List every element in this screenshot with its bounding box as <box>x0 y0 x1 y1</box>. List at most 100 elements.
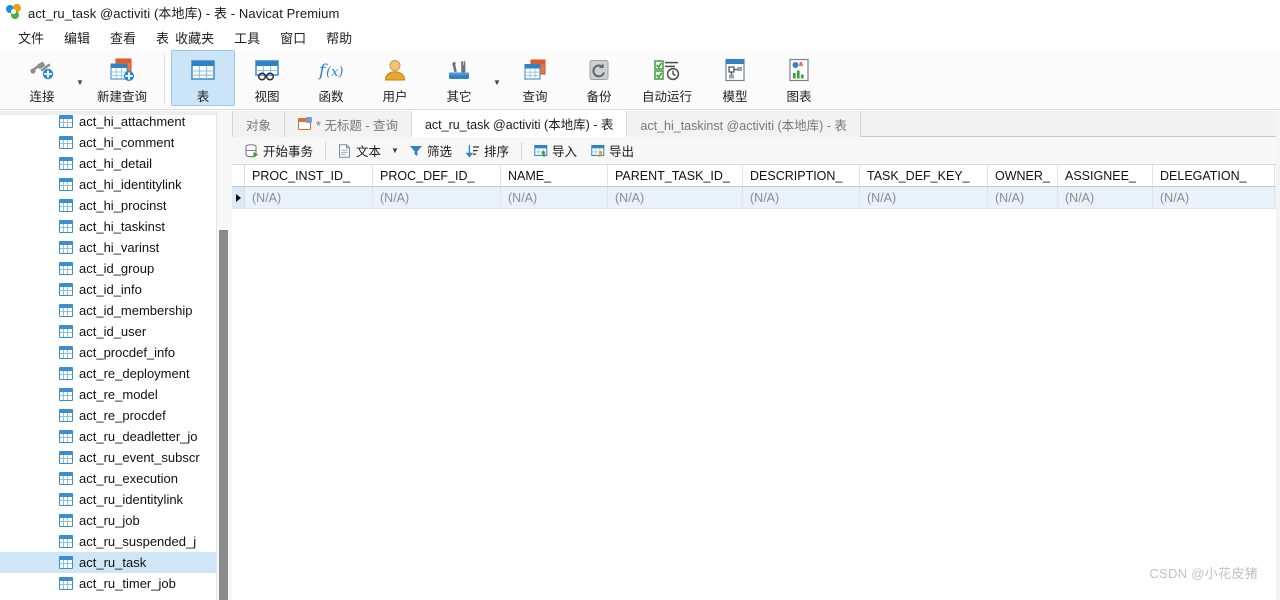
other-tools-icon <box>444 56 474 84</box>
table-list-item[interactable]: act_ru_timer_job <box>0 573 216 594</box>
table-list-item[interactable]: act_id_user <box>0 321 216 342</box>
grid-cell[interactable]: (N/A) <box>988 187 1058 208</box>
table-list-item[interactable]: act_hi_taskinst <box>0 216 216 237</box>
import-icon <box>534 144 548 158</box>
table-list-item[interactable]: act_id_membership <box>0 300 216 321</box>
grid-column-header[interactable]: NAME_ <box>501 165 608 186</box>
table-list-item-label: act_hi_varinst <box>79 240 160 255</box>
sidebar-scrollbar[interactable] <box>216 111 232 600</box>
table-list-item[interactable]: act_ru_job <box>0 510 216 531</box>
table-glyph-icon <box>59 535 73 548</box>
toolbar-automation-button[interactable]: 自动运行 <box>631 50 703 106</box>
table-glyph-icon <box>59 346 73 359</box>
table-list-item[interactable]: act_ru_execution <box>0 468 216 489</box>
grid-cell[interactable]: (N/A) <box>373 187 501 208</box>
table-list-item[interactable]: act_id_group <box>0 258 216 279</box>
user-icon <box>380 56 410 84</box>
grid-column-header[interactable]: PROC_DEF_ID_ <box>373 165 501 186</box>
toolbar-new-query-button[interactable]: 新建查询 <box>86 50 158 106</box>
grid-cell[interactable]: (N/A) <box>860 187 988 208</box>
menu-file[interactable]: 文件 <box>8 26 54 49</box>
table-list-item[interactable]: act_ru_deadletter_jo <box>0 426 216 447</box>
tab-label: * 无标题 - 查询 <box>316 118 398 133</box>
text-button[interactable]: 文本 <box>331 140 388 162</box>
grid-cell[interactable]: (N/A) <box>501 187 608 208</box>
grid-column-header[interactable]: ASSIGNEE_ <box>1058 165 1153 186</box>
grid-cell[interactable]: (N/A) <box>608 187 743 208</box>
grid-column-header[interactable]: OWNER_ <box>988 165 1058 186</box>
toolbar-table-label: 表 <box>196 90 210 104</box>
grid-row[interactable]: (N/A) (N/A) (N/A) (N/A) (N/A) (N/A) (N/A) (N/A)… <box>232 187 1280 209</box>
filter-label: 筛选 <box>426 145 452 159</box>
toolbar-table-button[interactable]: 表 <box>171 50 235 106</box>
table-icon <box>188 56 218 84</box>
menu-window[interactable]: 窗口 <box>270 26 316 49</box>
table-list-item[interactable]: act_hi_procinst <box>0 195 216 216</box>
grid-column-header[interactable]: PROC_INST_ID_ <box>245 165 373 186</box>
grid-column-header[interactable]: PARENT_TASK_ID_ <box>608 165 743 186</box>
filter-icon <box>409 144 423 158</box>
toolbar-function-button[interactable]: f (x) 函数 <box>299 50 363 106</box>
table-list-item[interactable]: act_re_procdef <box>0 405 216 426</box>
filter-button[interactable]: 筛选 <box>402 140 459 162</box>
toolbar-model-button[interactable]: 模型 <box>703 50 767 106</box>
menu-edit[interactable]: 编辑 <box>54 26 100 49</box>
grid-column-header[interactable]: DELEGATION_ <box>1153 165 1275 186</box>
grid-cell[interactable]: (N/A) <box>245 187 373 208</box>
table-list-item[interactable]: act_hi_varinst <box>0 237 216 258</box>
tab-act-ru-task[interactable]: act_ru_task @activiti (本地库) - 表 <box>411 111 1280 600</box>
grid-cell[interactable]: (N/A) <box>1153 187 1275 208</box>
table-list-item[interactable]: act_ru_suspended_j <box>0 531 216 552</box>
row-indicator-cell[interactable] <box>232 187 245 208</box>
menu-help[interactable]: 帮助 <box>316 26 362 49</box>
table-list-item-label: act_ru_job <box>79 513 140 528</box>
toolbar-backup-button[interactable]: 备份 <box>567 50 631 106</box>
grid-cell[interactable]: (N/A) <box>1058 187 1153 208</box>
table-list-item-label: act_id_user <box>79 324 147 339</box>
table-list-item[interactable]: act_hi_identitylink <box>0 174 216 195</box>
export-icon <box>591 144 605 158</box>
other-dropdown-caret-icon[interactable]: ▼ <box>491 50 503 106</box>
menu-view[interactable]: 查看 <box>100 26 146 49</box>
table-glyph-icon <box>59 430 73 443</box>
table-list-item[interactable]: act_ru_task <box>0 552 216 573</box>
toolbar-user-button[interactable]: 用户 <box>363 50 427 106</box>
table-list-item-label: act_hi_identitylink <box>79 177 182 192</box>
connection-dropdown-caret-icon[interactable]: ▼ <box>74 50 86 106</box>
table-list-item[interactable]: act_id_info <box>0 279 216 300</box>
gridbar-separator-1 <box>325 141 327 160</box>
grid-column-header[interactable]: DESCRIPTION_ <box>743 165 860 186</box>
table-list-item[interactable]: act_ru_event_subscr <box>0 447 216 468</box>
import-label: 导入 <box>551 145 577 159</box>
tab-untitled-query[interactable]: * 无标题 - 查询 <box>285 111 412 137</box>
toolbar-view-button[interactable]: 视图 <box>235 50 299 106</box>
toolbar-chart-button[interactable]: 图表 <box>767 50 831 106</box>
menu-tools[interactable]: 工具 <box>224 26 270 49</box>
automation-icon <box>652 56 682 84</box>
tab-objects[interactable]: 对象 <box>232 111 286 137</box>
menu-table[interactable]: 表 <box>146 26 171 49</box>
export-button[interactable]: 导出 <box>584 140 641 162</box>
table-list-item[interactable]: act_hi_attachment <box>0 111 216 132</box>
import-button[interactable]: 导入 <box>527 140 584 162</box>
current-row-arrow-icon <box>235 193 241 202</box>
sort-button[interactable]: 排序 <box>459 140 516 162</box>
table-list-item[interactable]: act_re_deployment <box>0 363 216 384</box>
grid-column-header[interactable]: TASK_DEF_KEY_ <box>860 165 988 186</box>
table-list-item[interactable]: act_re_model <box>0 384 216 405</box>
table-list-item-label: act_hi_procinst <box>79 198 167 213</box>
table-list-item[interactable]: act_ru_identitylink <box>0 489 216 510</box>
table-list-item[interactable]: act_hi_comment <box>0 132 216 153</box>
menu-favorites[interactable]: 收藏夹 <box>171 26 224 49</box>
begin-transaction-button[interactable]: 开始事务 <box>238 140 320 162</box>
table-list-item[interactable]: act_hi_detail <box>0 153 216 174</box>
text-dropdown-caret-icon[interactable]: ▼ <box>388 146 402 155</box>
table-list-item[interactable]: act_procdef_info <box>0 342 216 363</box>
table-glyph-icon <box>59 493 73 506</box>
toolbar-connection-button[interactable]: 连接 <box>10 50 74 106</box>
toolbar-other-button[interactable]: 其它 <box>427 50 491 106</box>
grid-cell[interactable]: (N/A) <box>743 187 860 208</box>
sidebar-scrollbar-thumb[interactable] <box>219 230 228 600</box>
tab-act-hi-taskinst[interactable]: act_hi_taskinst @activiti (本地库) - 表 <box>232 111 1280 600</box>
toolbar-query-button[interactable]: 查询 <box>503 50 567 106</box>
